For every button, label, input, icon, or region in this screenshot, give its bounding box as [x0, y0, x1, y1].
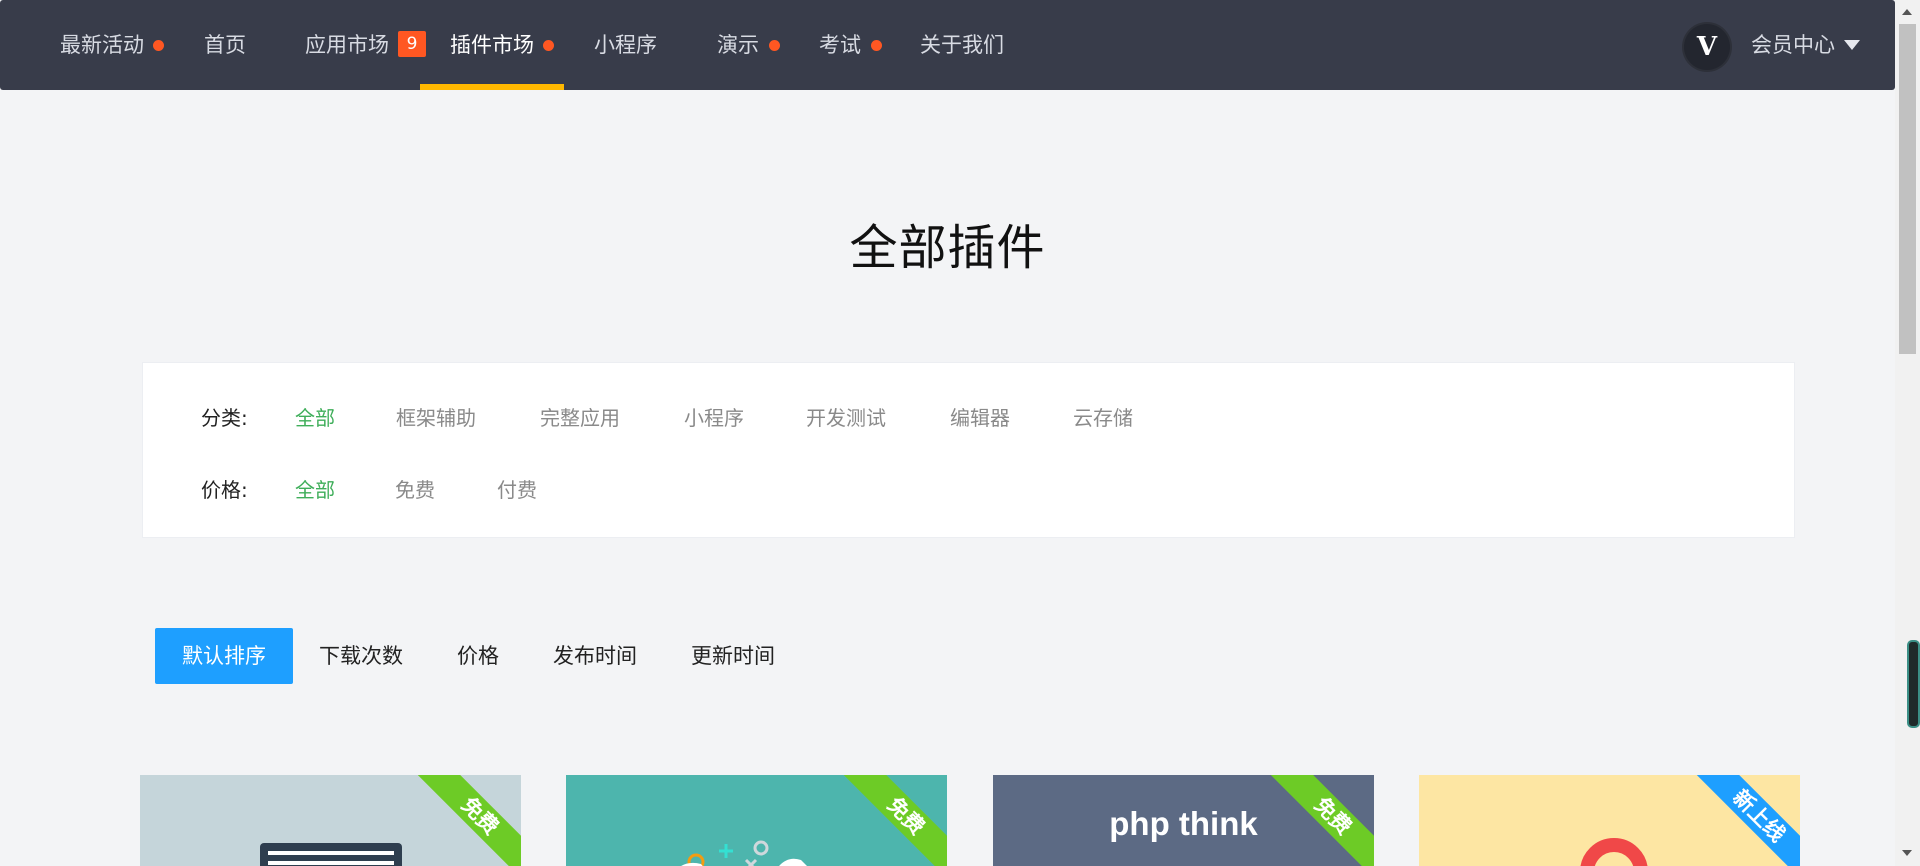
category-option-dev-test[interactable]: 开发测试 [806, 402, 886, 431]
category-filter-label: 分类: [201, 406, 248, 430]
nav-item-latest-activity[interactable]: 最新活动 [60, 0, 144, 90]
new-ribbon: 新上线 [1688, 775, 1800, 866]
new-dot-badge [871, 40, 882, 51]
category-option-full-app[interactable]: 完整应用 [540, 402, 620, 431]
scroll-down-arrow-icon[interactable] [1902, 850, 1912, 856]
side-widget-handle[interactable] [1907, 640, 1920, 728]
sort-publish-time-button[interactable]: 发布时间 [553, 628, 637, 684]
price-option-free[interactable]: 免费 [395, 474, 435, 503]
plugin-card[interactable]: 免费 [566, 775, 947, 866]
caret-down-icon[interactable] [1844, 40, 1860, 50]
sort-downloads-button[interactable]: 下载次数 [319, 628, 403, 684]
new-dot-badge [153, 40, 164, 51]
active-tab-indicator [420, 84, 564, 90]
nav-item-about-us[interactable]: 关于我们 [920, 0, 1004, 90]
filter-panel: 分类: 全部 框架辅助 完整应用 小程序 开发测试 编辑器 云存储 价格: 全部… [142, 362, 1795, 538]
scrollbar-thumb[interactable] [1899, 24, 1916, 354]
price-filter-label: 价格: [201, 478, 248, 502]
avatar[interactable]: V [1684, 24, 1730, 70]
vertical-scrollbar[interactable] [1895, 0, 1920, 866]
tools-illustration-icon [681, 840, 807, 866]
avatar-letter: V [1696, 32, 1718, 62]
plugin-card[interactable]: 免费 [140, 775, 521, 866]
sort-default-button[interactable]: 默认排序 [155, 628, 293, 684]
free-ribbon: 免费 [409, 775, 521, 866]
sort-price-button[interactable]: 价格 [457, 628, 499, 684]
sort-update-time-button[interactable]: 更新时间 [691, 628, 775, 684]
new-dot-badge [543, 40, 554, 51]
top-navbar: 最新活动 首页 应用市场 9 插件市场 小程序 演示 考试 关于我们 V 会员中… [0, 0, 1895, 90]
nav-item-home[interactable]: 首页 [204, 0, 246, 90]
nav-item-plugin-market[interactable]: 插件市场 [450, 0, 534, 90]
price-option-all[interactable]: 全部 [295, 474, 335, 503]
nav-item-exam[interactable]: 考试 [819, 0, 861, 90]
category-option-mini-program[interactable]: 小程序 [684, 402, 744, 431]
new-dot-badge [769, 40, 780, 51]
location-pin-icon [1580, 838, 1648, 866]
plugin-card[interactable]: 新上线 [1419, 775, 1800, 866]
category-option-editor[interactable]: 编辑器 [950, 402, 1010, 431]
count-badge: 9 [398, 31, 426, 57]
nav-item-demo[interactable]: 演示 [717, 0, 759, 90]
category-option-framework[interactable]: 框架辅助 [396, 402, 476, 431]
price-option-paid[interactable]: 付费 [497, 474, 537, 503]
scroll-up-arrow-icon[interactable] [1902, 9, 1912, 15]
nav-item-app-market[interactable]: 应用市场 [305, 0, 389, 90]
window-illustration-icon [260, 843, 402, 866]
category-option-all[interactable]: 全部 [295, 402, 335, 431]
page-title: 全部插件 [849, 220, 1046, 276]
nav-item-mini-program[interactable]: 小程序 [594, 0, 657, 90]
member-center-menu[interactable]: 会员中心 [1751, 0, 1835, 90]
category-option-cloud-storage[interactable]: 云存储 [1073, 402, 1133, 431]
plugin-card[interactable]: php think 免费 [993, 775, 1374, 866]
free-ribbon: 免费 [835, 775, 947, 866]
